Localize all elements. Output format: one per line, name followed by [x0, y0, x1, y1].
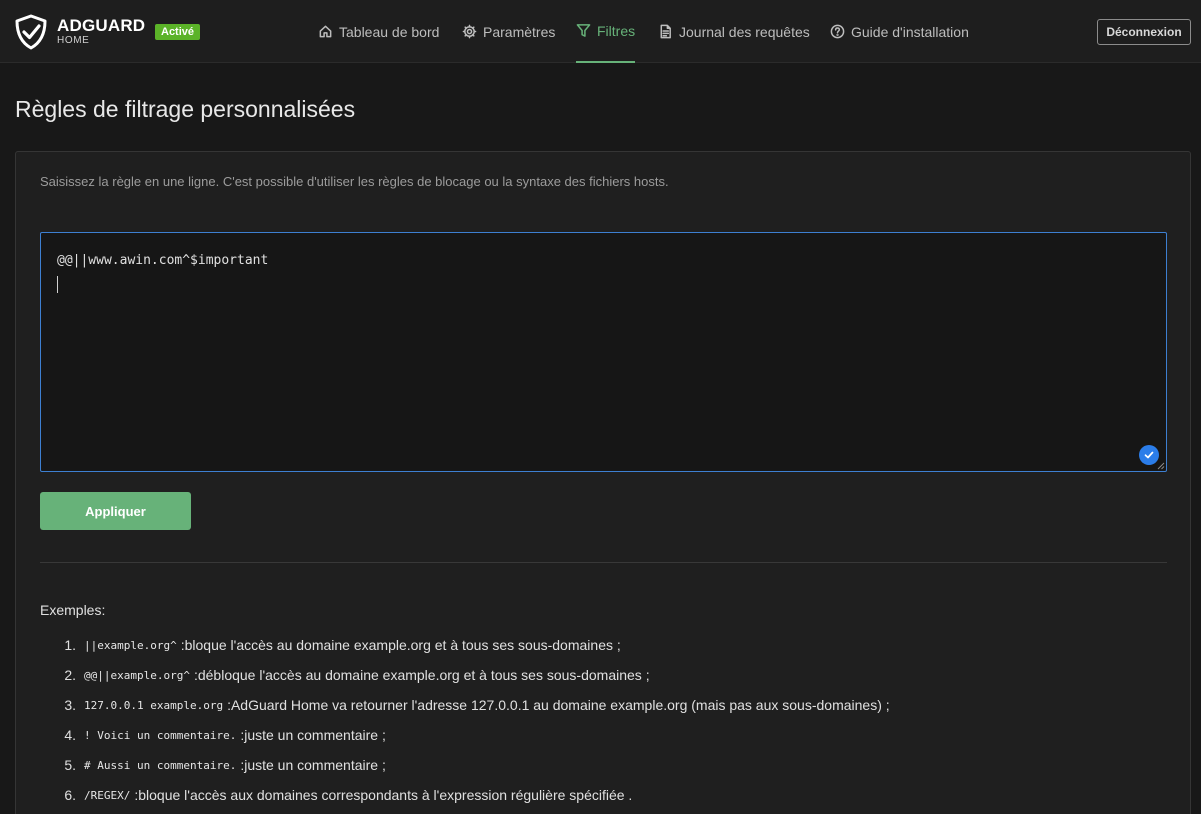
nav-setup-guide-label: Guide d'installation [851, 23, 969, 40]
filter-icon [576, 24, 591, 37]
example-text: :bloque l'accès aux domaines corresponda… [134, 787, 633, 803]
example-text: :AdGuard Home va retourner l'adresse 127… [227, 697, 890, 713]
example-item: 1. ||example.org^ :bloque l'accès au dom… [40, 630, 890, 660]
resize-handle-icon[interactable] [1156, 461, 1165, 470]
top-header: ADGUARD HOME Activé Tableau de bord Para… [0, 0, 1201, 63]
example-number: 2. [64, 667, 76, 683]
brand[interactable]: ADGUARD HOME [57, 17, 145, 47]
example-item: 6. /REGEX/ :bloque l'accès aux domaines … [40, 780, 890, 810]
nav-dashboard-label: Tableau de bord [339, 23, 440, 40]
nav-query-log[interactable]: Journal des requêtes [658, 0, 810, 63]
example-text: :juste un commentaire ; [240, 757, 386, 773]
divider [40, 562, 1167, 563]
help-circle-icon [830, 24, 845, 39]
example-item: 3. 127.0.0.1 example.org :AdGuard Home v… [40, 690, 890, 720]
nav-settings-label: Paramètres [483, 23, 556, 40]
example-number: 1. [64, 637, 76, 653]
nav-query-log-label: Journal des requêtes [679, 23, 810, 40]
page-title: Règles de filtrage personnalisées [15, 96, 356, 122]
gear-icon [462, 24, 477, 39]
nav-filters[interactable]: Filtres [576, 0, 636, 63]
rules-textarea-content: @@||www.awin.com^$important [57, 253, 269, 268]
example-number: 5. [64, 757, 76, 773]
example-item: 4. ! Voici un commentaire. :juste un com… [40, 720, 890, 750]
home-icon [319, 25, 332, 38]
nav-filters-label: Filtres [597, 22, 636, 39]
example-code: # Aussi un commentaire. [84, 758, 237, 772]
apply-button[interactable]: Appliquer [40, 492, 191, 530]
examples-title: Exemples: [40, 602, 106, 618]
rules-textarea[interactable]: @@||www.awin.com^$important [40, 232, 1167, 472]
examples-list: 1. ||example.org^ :bloque l'accès au dom… [40, 630, 890, 810]
example-text: :juste un commentaire ; [240, 727, 386, 743]
custom-rules-card: Saisissez la règle en une ligne. C'est p… [15, 151, 1191, 814]
text-caret [57, 276, 58, 293]
example-code: ||example.org^ [84, 638, 177, 652]
example-number: 4. [64, 727, 76, 743]
nav-settings[interactable]: Paramètres [462, 0, 555, 63]
example-text: :bloque l'accès au domaine example.org e… [180, 637, 621, 653]
brand-name: ADGUARD [57, 16, 146, 35]
example-item: 2. @@||example.org^ :débloque l'accès au… [40, 660, 890, 690]
nav-dashboard[interactable]: Tableau de bord [318, 0, 439, 63]
logout-button[interactable]: Déconnexion [1097, 19, 1191, 45]
adguard-shield-icon[interactable] [14, 14, 48, 50]
document-icon [660, 24, 671, 39]
example-code: 127.0.0.1 example.org [84, 698, 224, 712]
example-number: 3. [64, 697, 76, 713]
example-number: 6. [64, 787, 76, 803]
example-item: 5. # Aussi un commentaire. :juste un com… [40, 750, 890, 780]
status-badge: Activé [155, 24, 201, 40]
example-text: :débloque l'accès au domaine example.org… [193, 667, 650, 683]
example-code: /REGEX/ [84, 788, 131, 802]
example-code: ! Voici un commentaire. [84, 728, 237, 742]
rules-description: Saisissez la règle en une ligne. C'est p… [40, 174, 669, 189]
example-code: @@||example.org^ [84, 668, 190, 682]
brand-sub: HOME [57, 35, 90, 46]
nav-setup-guide[interactable]: Guide d'installation [830, 0, 969, 63]
